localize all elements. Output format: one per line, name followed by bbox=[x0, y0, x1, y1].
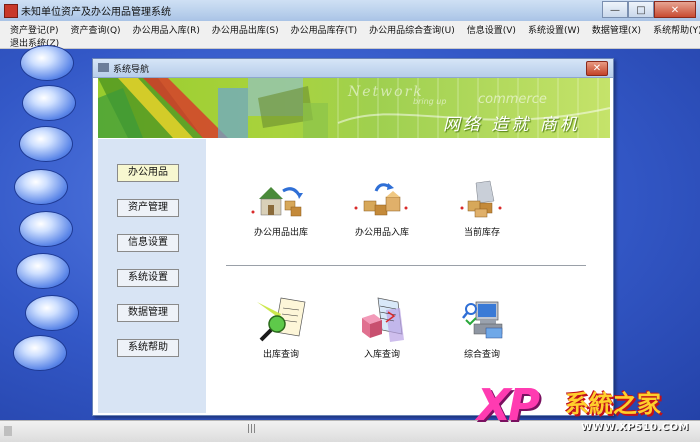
nav-button-data-management[interactable]: 数据管理 bbox=[117, 304, 179, 322]
window-icon bbox=[98, 63, 109, 72]
menu-data-management[interactable]: 数据管理(X) bbox=[586, 23, 647, 36]
nav-button-system-settings[interactable]: 系统设置 bbox=[117, 269, 179, 287]
app-icon bbox=[4, 4, 18, 18]
section-divider bbox=[226, 265, 586, 266]
menu-row-1: 资产登记(P) 资产查询(Q) 办公用品入库(R) 办公用品出库(S) 办公用品… bbox=[4, 23, 700, 36]
boxes-arrow-in-icon bbox=[354, 183, 408, 216]
window-titlebar: 未知单位资产及办公用品管理系统 — □ ✕ bbox=[0, 0, 700, 22]
decor-oval bbox=[19, 211, 73, 247]
menu-info-settings[interactable]: 信息设置(V) bbox=[461, 23, 522, 36]
tile-supplies-out[interactable]: 办公用品出库 bbox=[241, 179, 321, 239]
navigation-window: 系统导航 ✕ Network bring up commerce 网络 造就 商… bbox=[92, 58, 614, 416]
menu-system-help[interactable]: 系统帮助(Y) bbox=[647, 23, 700, 36]
decor-oval bbox=[22, 85, 76, 121]
decor-oval bbox=[14, 169, 68, 205]
banner-commerce-text: commerce bbox=[478, 92, 547, 107]
tile-label-supplies-out: 办公用品出库 bbox=[253, 228, 308, 238]
menu-bar: 资产登记(P) 资产查询(Q) 办公用品入库(R) 办公用品出库(S) 办公用品… bbox=[0, 21, 700, 49]
decor-oval bbox=[13, 335, 67, 371]
menu-supplies-in[interactable]: 办公用品入库(R) bbox=[127, 23, 206, 36]
banner-slogan: 网络 造就 商机 bbox=[443, 115, 580, 135]
nav-button-info-settings[interactable]: 信息设置 bbox=[117, 234, 179, 252]
house-boxes-out-icon bbox=[251, 187, 303, 217]
tile-supplies-in[interactable]: 办公用品入库 bbox=[342, 179, 422, 239]
navigation-window-title: 系统导航 bbox=[113, 65, 150, 75]
banner-bring-text: bring up bbox=[413, 97, 447, 106]
watermark-xp: XP bbox=[477, 380, 540, 431]
decor-oval bbox=[20, 45, 74, 81]
nav-button-office-supplies[interactable]: 办公用品 bbox=[117, 164, 179, 182]
computer-search-icon bbox=[462, 301, 503, 339]
tile-current-stock[interactable]: 当前库存 bbox=[442, 179, 522, 239]
decor-oval bbox=[16, 253, 70, 289]
header-banner: Network bring up commerce 网络 造就 商机 bbox=[98, 78, 610, 138]
watermark-xp-text: XP bbox=[477, 380, 540, 431]
menu-supplies-out[interactable]: 办公用品出库(S) bbox=[206, 23, 285, 36]
tile-outbound-query[interactable]: 出库查询 bbox=[241, 294, 321, 360]
close-button[interactable]: ✕ bbox=[654, 1, 696, 18]
scrollbar-grip[interactable]: ||| bbox=[247, 424, 256, 434]
tile-label-outbound-query: 出库查询 bbox=[262, 350, 299, 360]
menu-asset-query[interactable]: 资产查询(Q) bbox=[64, 23, 126, 36]
watermark-logo: XP 系統之家 WWW.XP510.COM bbox=[477, 380, 699, 441]
watermark-name: 系統之家 bbox=[565, 390, 661, 418]
menu-system-settings[interactable]: 系统设置(W) bbox=[522, 23, 586, 36]
decor-oval bbox=[19, 126, 73, 162]
menu-supplies-stock[interactable]: 办公用品库存(T) bbox=[285, 23, 364, 36]
navigation-window-titlebar: 系统导航 ✕ bbox=[93, 59, 613, 78]
window-controls: — □ ✕ bbox=[602, 1, 696, 18]
maximize-button[interactable]: □ bbox=[628, 1, 654, 18]
tile-label-current-stock: 当前库存 bbox=[463, 228, 500, 238]
tile-inbound-query[interactable]: 入库查询 bbox=[342, 294, 422, 360]
cube-document-icon bbox=[362, 297, 404, 342]
menu-supplies-query[interactable]: 办公用品综合查询(U) bbox=[363, 23, 461, 36]
scroll-arrow-left[interactable] bbox=[4, 426, 12, 436]
watermark-url: WWW.XP510.COM bbox=[581, 422, 690, 433]
nav-button-system-help[interactable]: 系统帮助 bbox=[117, 339, 179, 357]
menu-asset-register[interactable]: 资产登记(P) bbox=[4, 23, 64, 36]
window-title: 未知单位资产及办公用品管理系统 bbox=[21, 7, 171, 18]
tile-label-supplies-in: 办公用品入库 bbox=[354, 228, 409, 238]
tile-label-comprehensive-query: 综合查询 bbox=[463, 350, 500, 360]
category-nav: 办公用品 资产管理 信息设置 系统设置 数据管理 系统帮助 bbox=[98, 139, 206, 413]
inventory-boxes-icon bbox=[460, 180, 502, 218]
tile-comprehensive-query[interactable]: 综合查询 bbox=[442, 294, 522, 360]
magnifier-document-icon bbox=[257, 297, 306, 342]
function-panel: 办公用品出库 办公用品入库 当前库存 出库查询 入库查询 综合查询 bbox=[206, 139, 610, 413]
tile-label-inbound-query: 入库查询 bbox=[363, 350, 400, 360]
nav-button-asset-management[interactable]: 资产管理 bbox=[117, 199, 179, 217]
navigation-close-button[interactable]: ✕ bbox=[586, 61, 608, 76]
minimize-button[interactable]: — bbox=[602, 1, 628, 18]
decor-oval bbox=[25, 295, 79, 331]
